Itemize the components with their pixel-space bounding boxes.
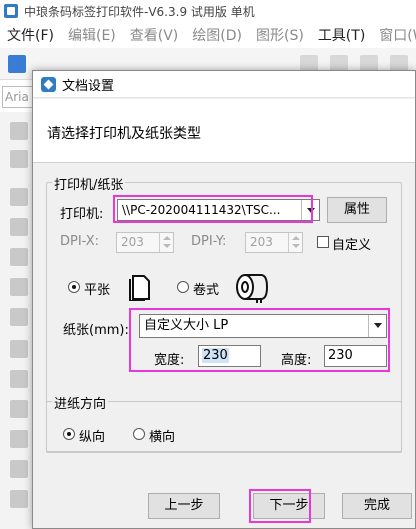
new-document-icon[interactable] — [8, 55, 26, 73]
sheet-radio[interactable] — [68, 281, 80, 293]
curve-tool-icon[interactable] — [10, 490, 28, 508]
sheet-paper-icon — [129, 275, 150, 301]
dialog-header: 请选择打印机及纸张类型 — [33, 99, 415, 163]
dialog-instruction: 请选择打印机及纸张类型 — [47, 126, 201, 142]
height-input[interactable]: 230 — [324, 345, 387, 367]
dpi-y-spinner[interactable]: 203 — [245, 232, 303, 253]
app-title: 中琅条码标签打印软件-V6.3.9 试用版 单机 — [24, 4, 255, 19]
rotate-tool-icon[interactable] — [10, 150, 28, 168]
picture-tool-icon[interactable] — [10, 308, 28, 326]
landscape-radio[interactable] — [133, 428, 145, 440]
qrcode-tool-icon[interactable] — [10, 430, 28, 448]
roll-radio[interactable] — [177, 281, 189, 293]
table-tool-icon[interactable] — [10, 460, 28, 478]
custom-dpi-checkbox[interactable] — [317, 236, 329, 248]
prev-button[interactable]: 上一步 — [148, 493, 220, 519]
app-titlebar: 中琅条码标签打印软件-V6.3.9 试用版 单机 — [0, 0, 416, 22]
menu-view[interactable]: 查看(V) — [123, 25, 186, 45]
portrait-label: 纵向 — [79, 430, 106, 445]
sheet-label: 平张 — [84, 283, 111, 298]
font-family-select[interactable]: Aria — [2, 86, 34, 108]
barcode-tool-icon[interactable] — [10, 400, 28, 418]
drawing-toolbox — [0, 112, 36, 529]
portrait-radio[interactable] — [63, 428, 75, 440]
height-label: 高度: — [281, 353, 312, 368]
paper-size-label: 纸张(mm): — [63, 323, 129, 338]
dpi-x-spin-arrows-icon[interactable] — [159, 233, 173, 252]
menu-file[interactable]: 文件(F) — [0, 25, 61, 45]
roll-label: 卷式 — [193, 283, 220, 298]
dpi-y-label: DPI-Y: — [191, 234, 227, 249]
menu-window[interactable]: 窗口(W) — [372, 25, 416, 45]
dpi-x-label: DPI-X: — [60, 234, 100, 249]
line-tool-icon[interactable] — [10, 188, 28, 206]
printer-label: 打印机: — [60, 207, 104, 222]
dpi-x-value: 203 — [121, 235, 144, 249]
dpi-x-spinner[interactable]: 203 — [116, 232, 174, 253]
text-tool-icon[interactable] — [10, 340, 28, 358]
dialog-titlebar[interactable]: 文档设置 — [33, 71, 415, 98]
paper-size-value: 自定义大小 LP — [144, 318, 229, 333]
select-tool-icon[interactable] — [10, 122, 28, 140]
font-bar: Aria — [0, 80, 36, 112]
printer-highlight — [113, 195, 313, 223]
roll-paper-icon — [236, 274, 269, 303]
height-value: 230 — [328, 348, 353, 363]
paragraph-tool-icon[interactable] — [10, 370, 28, 388]
properties-button[interactable]: 属性 — [327, 197, 387, 223]
finish-button[interactable]: 完成 — [342, 493, 412, 519]
feed-direction-legend: 进纸方向 — [52, 393, 109, 412]
rectangle-tool-icon[interactable] — [10, 218, 28, 236]
menu-draw[interactable]: 绘图(D) — [185, 25, 249, 45]
dialog-title: 文档设置 — [62, 78, 115, 94]
width-value: 230 — [202, 348, 229, 363]
width-label: 宽度: — [154, 353, 185, 368]
app-logo-icon — [4, 4, 18, 18]
dpi-y-value: 203 — [250, 235, 273, 249]
image-tool-icon[interactable] — [10, 278, 28, 296]
menu-shape[interactable]: 图形(S) — [249, 25, 311, 45]
dialog-icon — [41, 76, 56, 92]
menu-tools[interactable]: 工具(T) — [311, 25, 372, 45]
menu-edit[interactable]: 编辑(E) — [61, 25, 123, 45]
custom-dpi-label: 自定义 — [332, 238, 372, 253]
printer-paper-group-legend: 打印机/纸张 — [52, 174, 126, 193]
paper-size-dropdown-arrow-icon[interactable] — [368, 315, 386, 337]
menu-bar: 文件(F) 编辑(E) 查看(V) 绘图(D) 图形(S) 工具(T) 窗口(W… — [0, 22, 416, 48]
landscape-label: 横向 — [149, 430, 176, 445]
next-button-highlight — [249, 489, 311, 523]
document-settings-dialog: 文档设置 请选择打印机及纸张类型 打印机/纸张 打印机: \\PC-202004… — [32, 70, 416, 529]
width-input[interactable]: 230 — [198, 345, 261, 367]
paper-size-select[interactable]: 自定义大小 LP — [139, 314, 387, 338]
ellipse-tool-icon[interactable] — [10, 248, 28, 266]
dpi-y-spin-arrows-icon[interactable] — [288, 233, 302, 252]
